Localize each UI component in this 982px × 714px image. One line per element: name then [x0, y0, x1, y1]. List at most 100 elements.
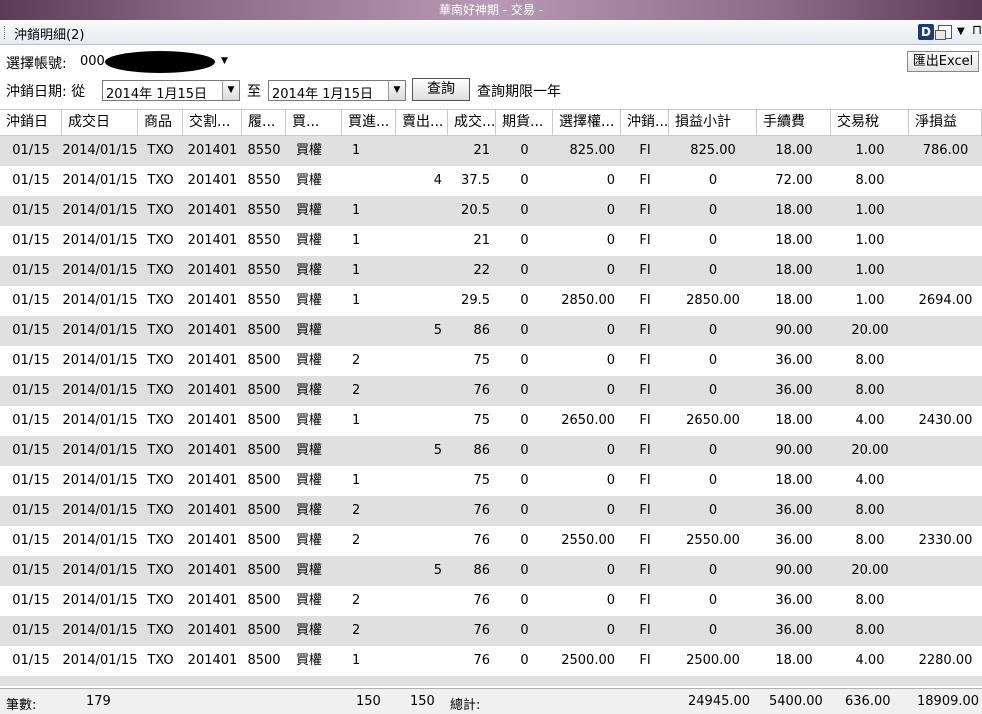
- cell-net-pl: [909, 316, 982, 346]
- column-header-fee[interactable]: 手續費: [757, 110, 831, 135]
- cell-product: TXO: [147, 203, 174, 218]
- table-row[interactable]: 01/15 2014/01/15 TXO 201401 8500 買權 1 75 0 0 FI 0 18…: [0, 466, 982, 496]
- cell-price: 76: [473, 533, 490, 548]
- chevron-down-icon[interactable]: ▼: [222, 81, 239, 100]
- cell-buy-qty: [342, 436, 396, 466]
- column-header-settle-type[interactable]: 沖銷...: [621, 110, 669, 135]
- cell-call-put: 買權: [296, 173, 323, 188]
- cell-fee: 90.00: [775, 563, 813, 578]
- window-title-bar: 華南好神期 - 交易 -: [0, 0, 982, 20]
- cell-pl-subtotal: 0: [708, 623, 718, 638]
- column-header-settle-date[interactable]: 沖銷日: [0, 110, 62, 135]
- cell-strike: 8500: [247, 503, 281, 518]
- float-window-icon[interactable]: [935, 25, 952, 40]
- table-row[interactable]: 01/15 2014/01/15 TXO 201401 8500 買權 2 76 0 0 FI 0 36…: [0, 376, 982, 406]
- table-row[interactable]: 01/15 2014/01/15 TXO 201401 8550 買權 1 22 0 0 FI 0 18…: [0, 256, 982, 286]
- column-header-tax[interactable]: 交易稅: [831, 110, 909, 135]
- cell-product: TXO: [147, 263, 174, 278]
- cell-product: TXO: [147, 413, 174, 428]
- cell-pl-subtotal: 2650.00: [686, 413, 740, 428]
- cell-sell-qty: [396, 466, 448, 496]
- column-header-buy-qty[interactable]: 買進...: [342, 110, 396, 135]
- chevron-down-icon[interactable]: ▼: [957, 26, 965, 37]
- cell-strike: 8500: [247, 473, 281, 488]
- cell-trade-date: 2014/01/15: [62, 473, 138, 488]
- cell-delivery-month: 201401: [187, 293, 238, 308]
- table-row[interactable]: 01/15 2014/01/15 TXO 201401 8500 買權 5 86 0 0 FI 0 90…: [0, 556, 982, 586]
- table-row[interactable]: 01/15 2014/01/15 TXO 201401 8500 買權 5 86 0 0 FI 0 90…: [0, 316, 982, 346]
- table-row[interactable]: 01/15 2014/01/15 TXO 201401 8550 買權 1 21 0 825.00…: [0, 136, 982, 166]
- column-header-sell-qty[interactable]: 賣出...: [396, 110, 448, 135]
- table-row[interactable]: 01/15 2014/01/15 TXO 201401 8550 買權 1 21 0 0 FI 0 18…: [0, 226, 982, 256]
- cell-settle-date: 01/15: [12, 383, 50, 398]
- cell-tax: 8.00: [855, 593, 885, 608]
- d-logo-icon[interactable]: D: [918, 24, 934, 40]
- table-row[interactable]: 01/15 2014/01/15 TXO 201401 8550 買權 4 37.5 0 0 FI 0…: [0, 166, 982, 196]
- cell-settle-date: 01/15: [12, 143, 50, 158]
- column-header-delivery-month[interactable]: 交割...: [183, 110, 242, 135]
- cell-futures-pl: 0: [520, 383, 529, 398]
- cell-net-pl: [909, 166, 982, 196]
- column-header-futures-pl[interactable]: 期貨...: [496, 110, 553, 135]
- cell-product: TXO: [147, 563, 174, 578]
- cell-net-pl: [909, 196, 982, 226]
- cell-fee: 36.00: [775, 533, 813, 548]
- cell-strike: 8500: [247, 533, 281, 548]
- cell-settle-type: FI: [639, 173, 651, 188]
- settlement-table: 沖銷日 成交日 商品 交割... 履... 買... 買進... 賣出... 成交... 期貨..…: [0, 109, 982, 686]
- column-header-trade-date[interactable]: 成交日: [62, 110, 138, 135]
- table-row[interactable]: 01/15 2014/01/15 TXO 201401 8500 買權 2 76 0 2550.0…: [0, 526, 982, 556]
- account-select[interactable]: 000- ▼: [77, 51, 231, 73]
- table-row[interactable]: 01/15 2014/01/15 TXO 201401 8500 買權 2 76 0 0 FI 0 36…: [0, 496, 982, 526]
- chevron-down-icon[interactable]: ▼: [388, 81, 405, 100]
- column-header-net-pl[interactable]: 淨損益: [909, 110, 982, 135]
- cell-futures-pl: 0: [520, 593, 529, 608]
- table-row[interactable]: 01/15 2014/01/15 TXO 201401 8500 買權 2 75 0 0 FI 0 36…: [0, 346, 982, 376]
- column-header-options-pl[interactable]: 選擇權...: [553, 110, 621, 135]
- table-row[interactable]: 01/15 2014/01/15 TXO 201401 8500 買權 1 75 0 2650.0…: [0, 406, 982, 436]
- date-from-picker[interactable]: 2014年 1月15日 ▼: [102, 80, 240, 102]
- cell-pl-subtotal: 2850.00: [686, 293, 740, 308]
- cell-futures-pl: 0: [520, 413, 529, 428]
- cell-price: 21: [473, 143, 490, 158]
- chevron-down-icon[interactable]: ▼: [221, 56, 228, 66]
- cell-product: TXO: [147, 323, 174, 338]
- cell-settle-date: 01/15: [12, 233, 50, 248]
- table-row[interactable]: 01/15 2014/01/15 TXO 201401 8550 買權 1 20.5 0 0 FI 0…: [0, 196, 982, 226]
- cell-tax: 1.00: [855, 293, 885, 308]
- cell-pl-subtotal: 2500.00: [686, 653, 740, 668]
- cell-call-put: 買權: [296, 413, 323, 428]
- table-row[interactable]: 01/15 2014/01/15 TXO 201401 8500 買權 5 86 0 0 FI 0 90…: [0, 436, 982, 466]
- cell-delivery-month: 201401: [187, 533, 238, 548]
- table-row[interactable]: 01/15 2014/01/15 TXO 201401 8500 買權 1 76 0 2500.0…: [0, 646, 982, 676]
- table-row[interactable]: 01/15 2014/01/15 TXO 201401 8500 買權 2 76 0 0 FI 0 36…: [0, 616, 982, 646]
- export-excel-button[interactable]: 匯出Excel: [907, 51, 979, 72]
- cell-options-pl: 0: [606, 623, 615, 638]
- cell-net-pl: 2280.00: [918, 653, 973, 668]
- cell-tax: 8.00: [855, 383, 885, 398]
- column-header-product[interactable]: 商品: [138, 110, 183, 135]
- cell-buy-qty: 1: [352, 293, 361, 308]
- table-row[interactable]: 01/15 2014/01/15 TXO 201401 8500 買權 2 76 0 0 FI 0 36…: [0, 586, 982, 616]
- cell-delivery-month: 201401: [187, 653, 238, 668]
- cell-price: 76: [473, 383, 490, 398]
- column-header-price[interactable]: 成交...: [448, 110, 496, 135]
- cell-options-pl: 0: [606, 503, 615, 518]
- column-header-pl-subtotal[interactable]: 損益小計: [669, 110, 757, 135]
- column-header-call-put[interactable]: 買...: [286, 110, 342, 135]
- cell-strike: 8550: [247, 233, 281, 248]
- cell-trade-date: 2014/01/15: [62, 203, 138, 218]
- query-button[interactable]: 查詢: [412, 78, 470, 101]
- table-row[interactable]: 01/15 2014/01/15 TXO 201401 8550 買權 1 29.5 0 2850…: [0, 286, 982, 316]
- cell-settle-date: 01/15: [12, 563, 50, 578]
- column-header-strike[interactable]: 履...: [242, 110, 286, 135]
- grip-handle[interactable]: [4, 26, 7, 39]
- cell-delivery-month: 201401: [187, 563, 238, 578]
- pin-icon[interactable]: ⊓: [972, 23, 982, 38]
- cell-trade-date: 2014/01/15: [62, 173, 138, 188]
- cell-product: TXO: [147, 533, 174, 548]
- date-to-picker[interactable]: 2014年 1月15日 ▼: [268, 80, 406, 102]
- cell-call-put: 買權: [296, 323, 323, 338]
- cell-tax: 20.00: [851, 563, 889, 578]
- cell-sell-qty: [396, 376, 448, 406]
